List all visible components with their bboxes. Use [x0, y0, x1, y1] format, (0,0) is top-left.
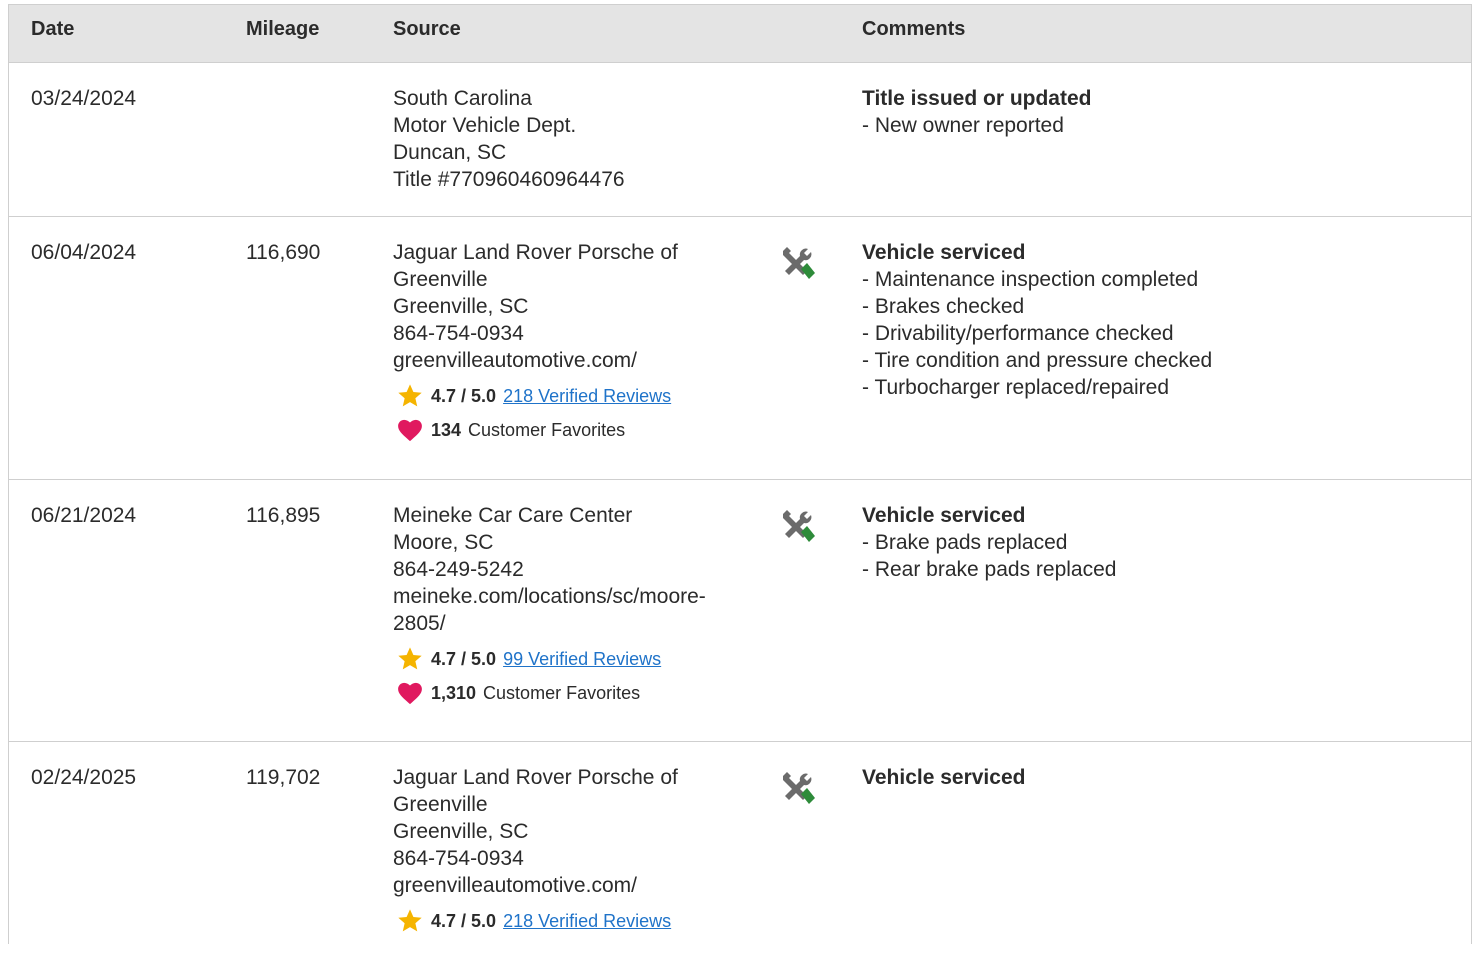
- source-line: Duncan, SC: [393, 141, 507, 164]
- comment-item: - Drivability/performance checked: [862, 322, 1174, 345]
- comment-title: Title issued or updated: [862, 87, 1092, 110]
- table-header: Date Mileage Source Comments: [9, 5, 1471, 63]
- rating-line: 4.7 / 5.0 99 Verified Reviews: [393, 645, 753, 673]
- wrench-screwdriver-icon: [783, 247, 815, 279]
- comment-title: Vehicle serviced: [862, 766, 1026, 789]
- row-source: South Carolina Motor Vehicle Dept. Dunca…: [393, 85, 753, 193]
- comment-item: - Brakes checked: [862, 295, 1025, 318]
- row-mileage: 116,895: [246, 504, 321, 527]
- row-comments: Title issued or updated - New owner repo…: [862, 85, 1462, 139]
- comment-item: - Turbocharger replaced/repaired: [862, 376, 1170, 399]
- row-comments: Vehicle serviced: [862, 764, 1462, 791]
- source-line: Greenville: [393, 268, 488, 291]
- source-line: Meineke Car Care Center: [393, 504, 633, 527]
- comment-item: - New owner reported: [862, 114, 1064, 137]
- favorites-label: Customer Favorites: [468, 419, 626, 440]
- source-line: Title #770960460964476: [393, 168, 625, 191]
- row-date: 06/04/2024: [31, 241, 137, 264]
- rating-line: 4.7 / 5.0 218 Verified Reviews: [393, 382, 753, 410]
- rating-value: 4.7 / 5.0: [431, 385, 497, 406]
- wrench-screwdriver-icon: [783, 510, 815, 542]
- source-line: 864-754-0934: [393, 322, 524, 345]
- favorites-label: Customer Favorites: [483, 682, 641, 703]
- verified-reviews-link[interactable]: 218 Verified Reviews: [503, 908, 671, 935]
- star-icon: [398, 647, 422, 670]
- comment-title: Vehicle serviced: [862, 241, 1026, 264]
- heart-icon: [398, 419, 422, 442]
- source-line: meineke.com/locations/sc/moore-: [393, 585, 706, 608]
- header-source: Source: [393, 18, 461, 40]
- rating-value: 4.7 / 5.0: [431, 648, 497, 669]
- header-comments: Comments: [862, 18, 966, 40]
- row-source: Jaguar Land Rover Porsche of Greenville …: [393, 764, 753, 935]
- source-line: Jaguar Land Rover Porsche of: [393, 241, 678, 264]
- comment-item: - Maintenance inspection completed: [862, 268, 1199, 291]
- table-row: 02/24/2025 119,702 Jaguar Land Rover Por…: [9, 742, 1471, 962]
- source-line: 2805/: [393, 612, 446, 635]
- favorites-line: 134 Customer Favorites: [393, 416, 753, 444]
- comment-item: - Brake pads replaced: [862, 531, 1068, 554]
- source-line: Motor Vehicle Dept.: [393, 114, 577, 137]
- header-date: Date: [31, 18, 75, 40]
- row-mileage: 119,702: [246, 766, 321, 789]
- source-line: Moore, SC: [393, 531, 494, 554]
- row-source: Jaguar Land Rover Porsche of Greenville …: [393, 239, 753, 444]
- rating-value: 4.7 / 5.0: [431, 910, 497, 931]
- row-date: 06/21/2024: [31, 504, 137, 527]
- heart-icon: [398, 682, 422, 705]
- source-line: 864-754-0934: [393, 847, 524, 870]
- source-line: Greenville: [393, 793, 488, 816]
- favorites-count: 1,310: [431, 682, 477, 703]
- source-line: Greenville, SC: [393, 820, 529, 843]
- source-line: Greenville, SC: [393, 295, 529, 318]
- source-line: South Carolina: [393, 87, 532, 110]
- row-comments: Vehicle serviced - Brake pads replaced -…: [862, 502, 1462, 583]
- source-line: 864-249-5242: [393, 558, 524, 581]
- verified-reviews-link[interactable]: 99 Verified Reviews: [503, 646, 661, 673]
- comment-title: Vehicle serviced: [862, 504, 1026, 527]
- header-mileage: Mileage: [246, 18, 320, 40]
- star-icon: [398, 909, 422, 932]
- table-row: 06/21/2024 116,895 Meineke Car Care Cent…: [9, 480, 1471, 742]
- favorites-line: 1,310 Customer Favorites: [393, 679, 753, 707]
- row-source: Meineke Car Care Center Moore, SC 864-24…: [393, 502, 753, 707]
- rating-line: 4.7 / 5.0 218 Verified Reviews: [393, 907, 753, 935]
- comment-item: - Rear brake pads replaced: [862, 558, 1117, 581]
- favorites-count: 134: [431, 419, 462, 440]
- row-mileage: 116,690: [246, 241, 321, 264]
- table-row: 06/04/2024 116,690 Jaguar Land Rover Por…: [9, 217, 1471, 480]
- vehicle-history-table: Date Mileage Source Comments 03/24/2024 …: [8, 4, 1472, 944]
- row-comments: Vehicle serviced - Maintenance inspectio…: [862, 239, 1462, 401]
- table-row: 03/24/2024 South Carolina Motor Vehicle …: [9, 63, 1471, 217]
- row-date: 02/24/2025: [31, 766, 137, 789]
- source-line: greenvilleautomotive.com/: [393, 349, 637, 372]
- star-icon: [398, 384, 422, 407]
- verified-reviews-link[interactable]: 218 Verified Reviews: [503, 383, 671, 410]
- source-line: Jaguar Land Rover Porsche of: [393, 766, 678, 789]
- wrench-screwdriver-icon: [783, 772, 815, 804]
- source-line: greenvilleautomotive.com/: [393, 874, 637, 897]
- row-date: 03/24/2024: [31, 87, 137, 110]
- comment-item: - Tire condition and pressure checked: [862, 349, 1213, 372]
